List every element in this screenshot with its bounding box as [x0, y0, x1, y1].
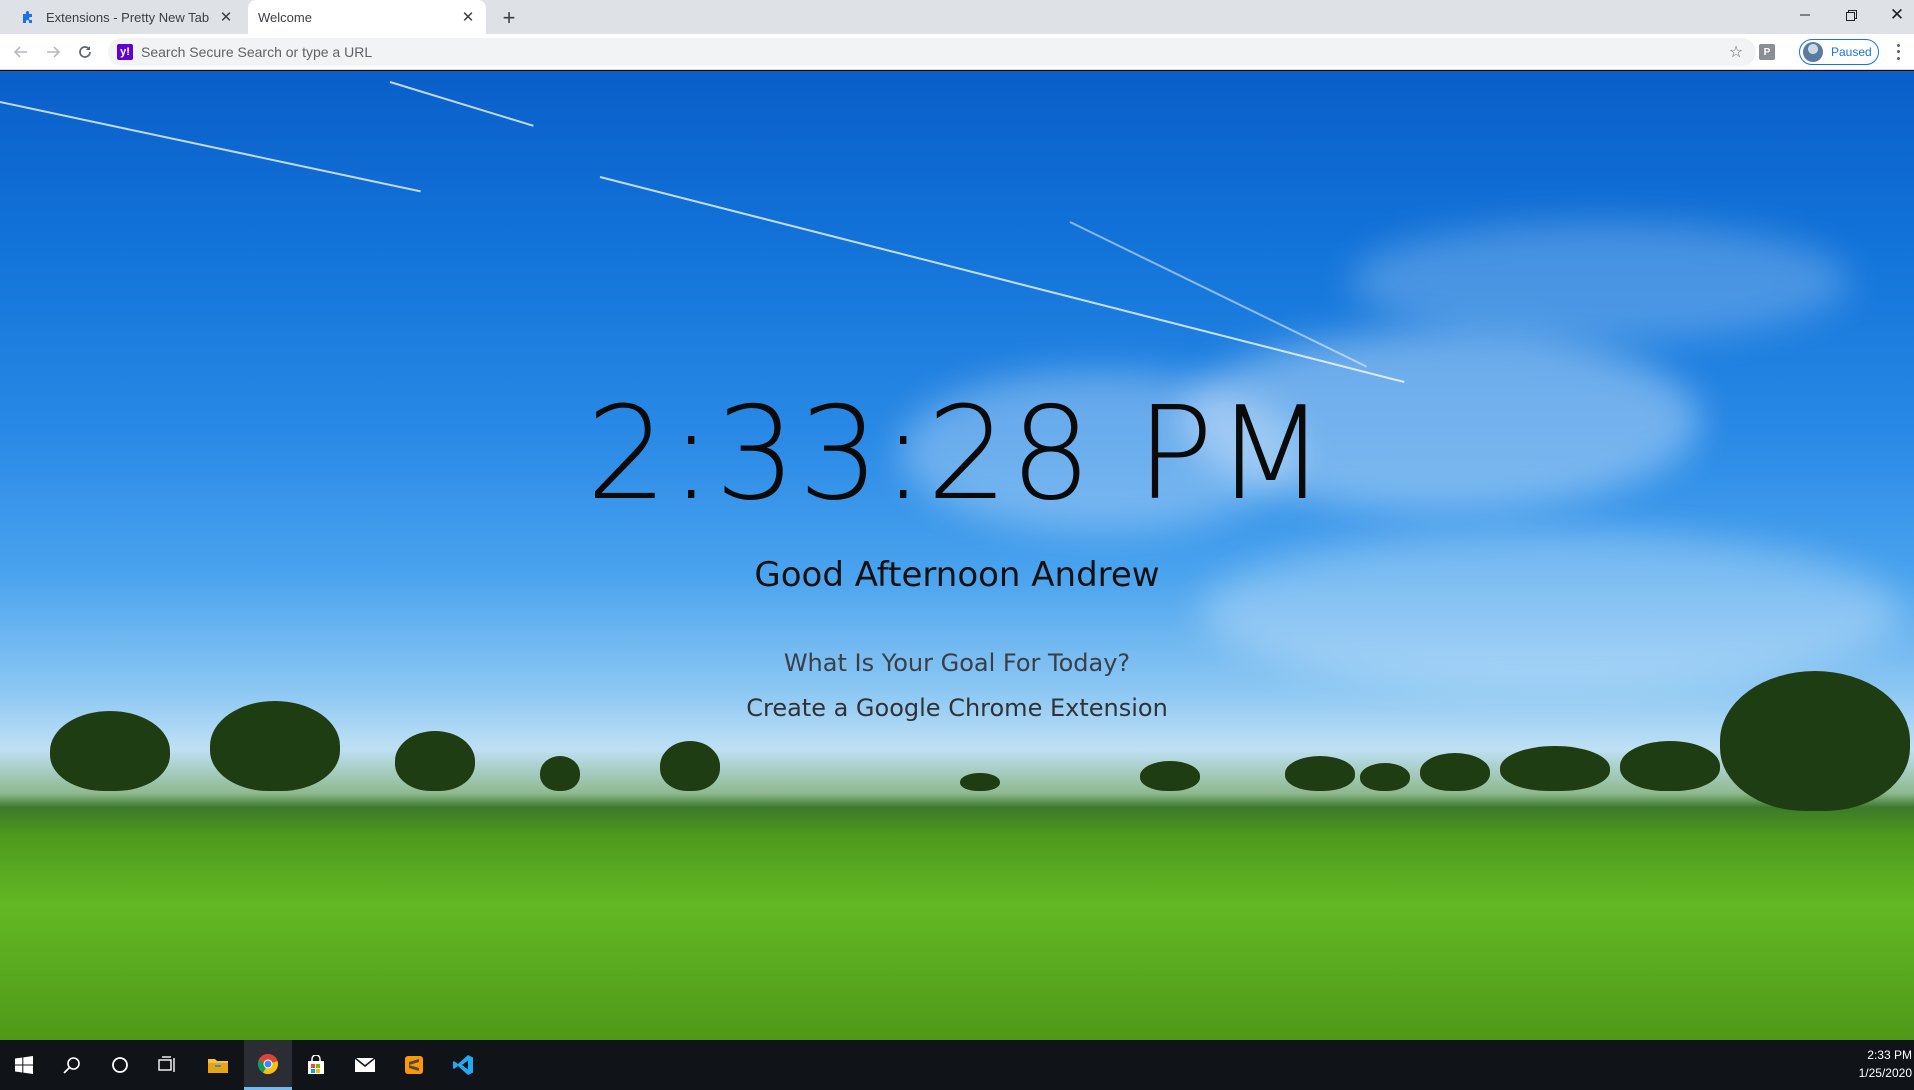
- browser-menu-icon[interactable]: [1890, 42, 1906, 62]
- tab-welcome[interactable]: Welcome ✕: [248, 0, 486, 34]
- mail-icon[interactable]: [341, 1040, 389, 1090]
- sublime-text-icon[interactable]: [390, 1040, 438, 1090]
- restore-button[interactable]: [1828, 0, 1874, 30]
- forward-button[interactable]: [41, 40, 65, 64]
- close-window-button[interactable]: ✕: [1874, 0, 1914, 30]
- browser-toolbar: y! Search Secure Search or type a URL ☆ …: [0, 34, 1914, 70]
- profile-button[interactable]: Paused: [1799, 39, 1879, 65]
- arrow-left-icon: [13, 46, 27, 58]
- file-explorer-icon[interactable]: [194, 1040, 242, 1090]
- chrome-icon[interactable]: [244, 1040, 292, 1090]
- address-bar[interactable]: y! Search Secure Search or type a URL ☆: [108, 38, 1756, 66]
- windows-taskbar: 2:33 PM 1/25/2020: [0, 1040, 1914, 1090]
- arrow-right-icon: [47, 46, 61, 58]
- system-date: 1/25/2020: [1858, 1066, 1912, 1080]
- goal-question: What Is Your Goal For Today?: [783, 649, 1131, 677]
- profile-status: Paused: [1831, 45, 1872, 59]
- extension-p-icon[interactable]: P: [1759, 44, 1775, 60]
- clock-display: 2:33:28 PM: [586, 380, 1328, 529]
- minimize-button[interactable]: [1782, 0, 1828, 30]
- avatar: [1803, 42, 1823, 62]
- back-button[interactable]: [9, 40, 33, 64]
- tab-title: Extensions - Pretty New Tab: [46, 9, 210, 25]
- new-tab-page: 2:33:28 PM Good Afternoon Andrew What Is…: [0, 71, 1914, 1040]
- greeting-text: Good Afternoon Andrew: [754, 555, 1160, 595]
- tab-extensions[interactable]: Extensions - Pretty New Tab ✕: [8, 0, 244, 34]
- address-bar-placeholder: Search Secure Search or type a URL: [141, 44, 373, 60]
- bookmark-star-icon[interactable]: ☆: [1726, 42, 1746, 62]
- windows-start-icon[interactable]: [0, 1040, 48, 1090]
- store-icon[interactable]: [292, 1040, 340, 1090]
- tab-strip: Extensions - Pretty New Tab ✕ Welcome ✕ …: [0, 0, 1914, 34]
- puzzle-icon: [20, 9, 36, 25]
- reload-icon: [79, 46, 91, 58]
- close-tab-icon[interactable]: ✕: [216, 7, 236, 27]
- close-tab-icon[interactable]: ✕: [458, 7, 478, 27]
- task-view-icon[interactable]: [144, 1040, 192, 1090]
- vscode-icon[interactable]: [439, 1040, 487, 1090]
- search-icon[interactable]: [48, 1040, 96, 1090]
- cortana-icon[interactable]: [96, 1040, 144, 1090]
- goal-answer[interactable]: Create a Google Chrome Extension: [0, 694, 1914, 722]
- system-clock[interactable]: 2:33 PM 1/25/2020: [1859, 1046, 1912, 1082]
- tab-title: Welcome: [258, 9, 312, 25]
- new-tab-button[interactable]: +: [496, 5, 522, 31]
- system-time: 2:33 PM: [1867, 1048, 1912, 1062]
- yahoo-icon: y!: [117, 44, 133, 60]
- reload-button[interactable]: [73, 40, 97, 64]
